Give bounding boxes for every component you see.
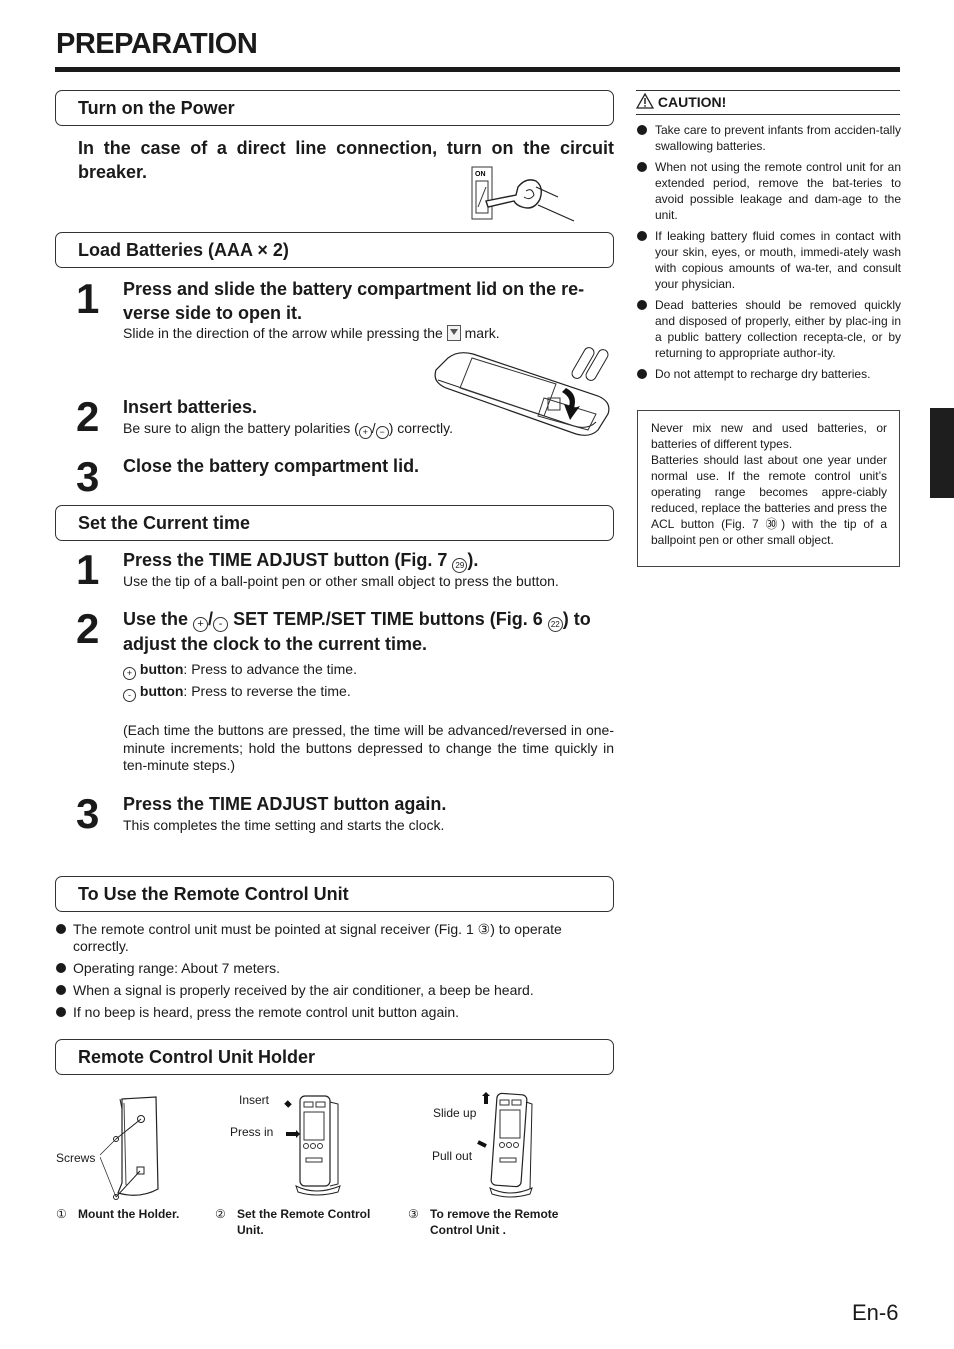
step-title: Press the TIME ADJUST button (Fig. 7 29)… [123,548,615,573]
section-title: Set the Current time [78,513,251,533]
holder-mount-illustration [100,1096,159,1200]
minus-polarity-icon: − [375,426,389,439]
section-header-power: Turn on the Power [55,90,614,126]
screws-label: Screws [56,1151,96,1165]
list-item: If leaking battery fluid comes in contac… [636,228,901,292]
list-item: Dead batteries should be removed quickly… [636,297,901,361]
figure-caption: ③ To remove the Remote Control Unit . [408,1207,559,1237]
figure-caption: ② Set the Remote Control Unit. [215,1207,371,1237]
insert-label: Insert [239,1093,270,1107]
warning-triangle-icon [635,92,655,109]
step-title: Insert batteries. [123,397,258,417]
holder-insert-illustration [284,1095,341,1196]
breaker-switch-illustration: ON [471,166,575,222]
step-title: Close the battery compartment lid. [123,456,420,476]
figure-caption: ① Mount the Holder. [56,1207,180,1221]
plus-button-icon: + [123,667,136,680]
step-number: 1 [76,546,100,593]
page-number: En-6 [852,1300,899,1325]
plus-polarity-icon: + [358,426,372,439]
section-header-batteries: Load Batteries (AAA × 2) [55,232,614,268]
minus-button-description: - button: Press to reverse the time. [123,683,615,702]
list-item: Do not attempt to recharge dry batteries… [636,366,901,382]
note-line: Never mix new and used batteries, or bat… [651,421,887,451]
step-number: 3 [76,790,100,837]
section-header-set-time: Set the Current time [55,505,614,541]
press-in-label: Press in [230,1125,274,1139]
step-title: Press the TIME ADJUST button again. [123,794,447,814]
slide-up-label: Slide up [433,1106,477,1120]
minus-button-icon: - [213,617,229,632]
caution-top-rule [636,90,900,91]
pull-out-label: Pull out [432,1149,473,1163]
section-title: Remote Control Unit Holder [78,1047,315,1067]
step-detail: This completes the time setting and star… [123,817,445,833]
ref-number-icon: 29 [452,558,468,573]
chapter-tab-marker [930,408,954,498]
caution-bottom-rule [636,114,900,115]
step-number: 1 [76,275,100,322]
step-detail: Be sure to align the battery polarities … [123,420,453,439]
page-title: PREPARATION [56,28,258,60]
holder-remove-illustration [477,1092,533,1198]
list-item: If no beep is heard, press the remote co… [55,1004,615,1021]
step-number: 2 [76,393,100,440]
section-title: To Use the Remote Control Unit [78,884,349,904]
caution-list: Take care to prevent infants from accide… [636,122,901,387]
plus-button-icon: + [193,617,209,632]
switch-on-label: ON [475,171,486,178]
step-title: Press and slide the battery compartment … [123,279,585,323]
list-item: When a signal is properly received by th… [55,982,615,999]
plus-button-description: + button: Press to advance the time. [123,661,615,680]
step-detail: Use the tip of a ball-point pen or other… [123,573,559,589]
section-title: Load Batteries (AAA × 2) [78,240,289,260]
step-number: 2 [76,605,100,652]
note-line: Batteries should last about one year und… [651,453,887,547]
remote-usage-list: The remote control unit must be pointed … [55,921,615,1026]
ref-number-icon: 22 [547,617,563,632]
battery-note-box: Never mix new and used batteries, or bat… [637,410,900,567]
time-increment-note: (Each time the buttons are pressed, the … [123,722,614,773]
list-item: Take care to prevent infants from accide… [636,122,901,154]
list-item: When not using the remote control unit f… [636,159,901,223]
step-number: 3 [76,453,100,500]
section-title: Turn on the Power [78,98,235,118]
section-header-use-remote: To Use the Remote Control Unit [55,876,614,912]
list-item: The remote control unit must be pointed … [55,921,615,955]
minus-button-icon: - [123,689,136,702]
step-title: Use the + / - SET TEMP./SET TIME buttons (… [123,609,591,654]
section-header-holder: Remote Control Unit Holder [55,1039,614,1075]
list-item: Operating range: About 7 meters. [55,960,615,977]
caution-heading: CAUTION! [635,92,726,110]
title-rule [55,67,900,72]
